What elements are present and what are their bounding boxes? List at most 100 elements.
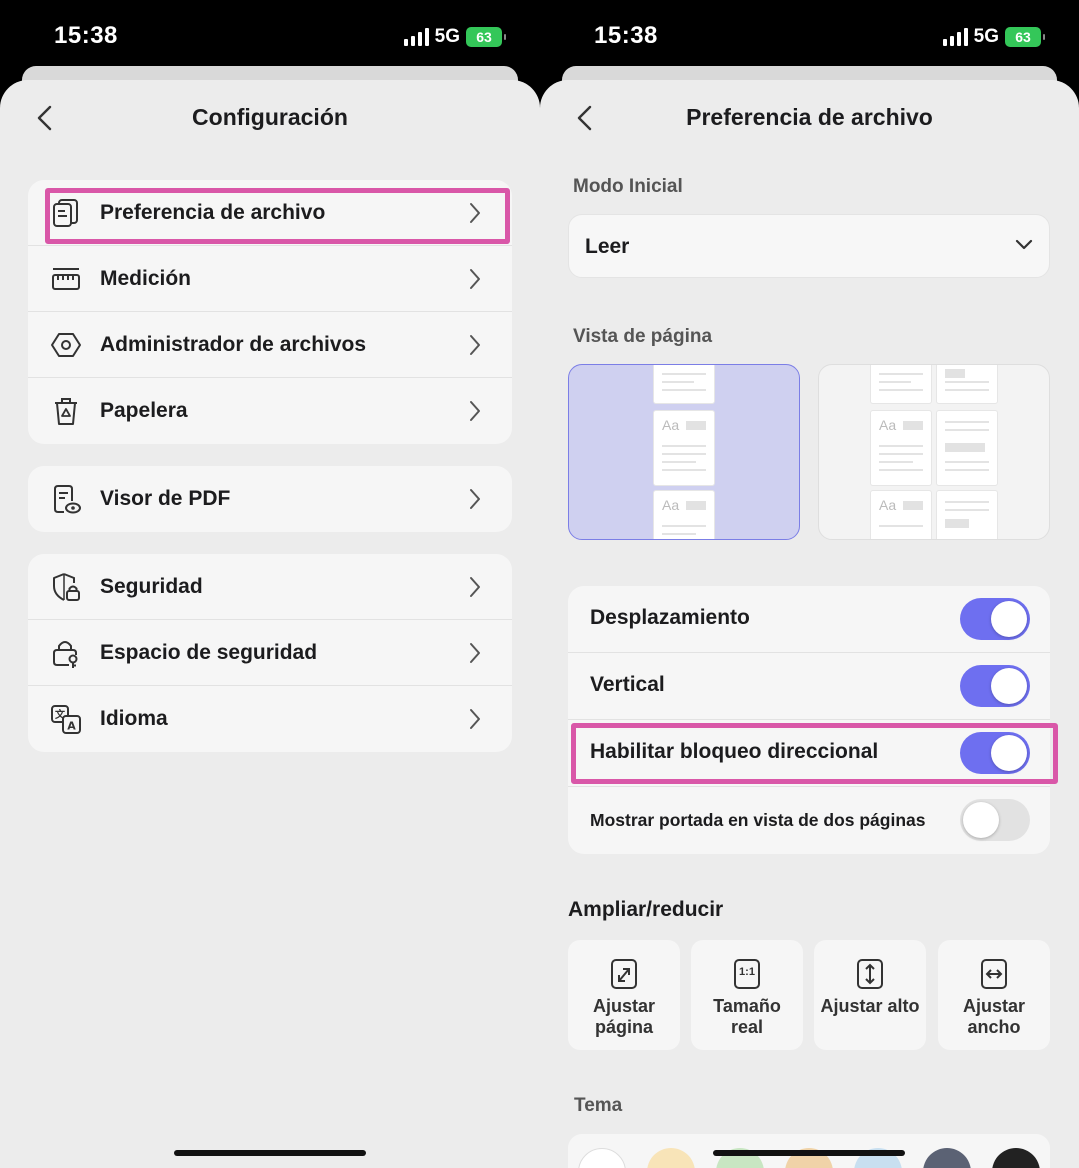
page-thumb: Aa: [871, 491, 931, 539]
zoom-fit-height-button[interactable]: Ajustar alto: [814, 940, 926, 1050]
settings-item-secure-space[interactable]: Espacio de seguridad: [28, 620, 512, 686]
page-view-single[interactable]: Aa Aa: [568, 364, 800, 540]
settings-item-label: Papelera: [100, 399, 188, 422]
scroll-toggle[interactable]: [960, 598, 1030, 640]
chevron-right-icon: [470, 577, 480, 597]
status-bar: 15:38 5G 63: [540, 0, 1079, 70]
settings-item-measurement[interactable]: Medición: [28, 246, 512, 312]
signal-icon: [403, 28, 429, 46]
toggle-row-cover-two-page: Mostrar portada en vista de dos páginas: [568, 787, 1050, 854]
settings-item-file-manager[interactable]: Administrador de archivos: [28, 312, 512, 378]
chevron-right-icon: [470, 203, 480, 223]
page-view-label: Vista de página: [573, 326, 713, 347]
settings-group-security: Seguridad Espacio de seguridad 文A Idioma: [28, 554, 512, 752]
hexagon-icon: [51, 333, 81, 357]
page-thumb: [937, 365, 997, 403]
zoom-fit-page-button[interactable]: Ajustar página: [568, 940, 680, 1050]
theme-swatch[interactable]: [992, 1148, 1040, 1168]
shield-lock-icon: [53, 573, 80, 601]
zoom-actual-size-button[interactable]: 1:1 Tamaño real: [691, 940, 803, 1050]
pdf-viewer-icon: [54, 485, 81, 514]
initial-mode-select[interactable]: Leer: [568, 214, 1050, 278]
settings-item-file-preference[interactable]: Preferencia de archivo: [28, 180, 512, 246]
settings-item-label: Visor de PDF: [100, 487, 231, 510]
status-time: 15:38: [594, 22, 658, 49]
chevron-right-icon: [470, 269, 480, 289]
status-bar: 15:38 5G 63: [0, 0, 540, 70]
settings-item-security[interactable]: Seguridad: [28, 554, 512, 620]
settings-sheet: Configuración Preferencia de archivo Med…: [0, 80, 540, 1168]
page-title: Preferencia de archivo: [686, 104, 933, 130]
fit-width-icon: [981, 959, 1007, 989]
left-screen: 15:38 5G 63 Configuración Preferencia de…: [0, 0, 540, 1168]
page-thumb: [937, 411, 997, 485]
zoom-fit-width-button[interactable]: Ajustar ancho: [938, 940, 1050, 1050]
fit-page-icon: [611, 959, 637, 989]
right-screen: 15:38 5G 63 Preferencia de archivo Modo …: [540, 0, 1079, 1168]
toggle-row-scroll: Desplazamiento: [568, 586, 1050, 653]
toggle-row-vertical: Vertical: [568, 653, 1050, 720]
ruler-icon: [52, 268, 80, 290]
fit-height-icon: [857, 959, 883, 989]
chevron-right-icon: [470, 709, 480, 729]
nav-bar: Configuración: [0, 80, 540, 156]
chevron-right-icon: [470, 401, 480, 421]
toggle-label: Habilitar bloqueo direccional: [590, 740, 879, 763]
settings-item-pdf-viewer[interactable]: Visor de PDF: [28, 466, 512, 532]
actual-size-badge: 1:1: [739, 966, 755, 978]
lock-key-icon: [53, 641, 78, 668]
settings-item-language[interactable]: 文A Idioma: [28, 686, 512, 752]
toggle-row-direction-lock: Habilitar bloqueo direccional: [568, 720, 1050, 787]
battery-level: 63: [1015, 29, 1031, 45]
chevron-right-icon: [470, 643, 480, 663]
direction-lock-toggle[interactable]: [960, 732, 1030, 774]
home-indicator: [174, 1150, 366, 1156]
chevron-right-icon: [470, 335, 480, 355]
network-type: 5G: [973, 26, 999, 47]
zoom-section-title: Ampliar/reducir: [568, 898, 724, 921]
toggle-label: Desplazamiento: [590, 606, 750, 629]
home-indicator: [713, 1150, 905, 1156]
theme-swatch[interactable]: [578, 1148, 626, 1168]
battery-icon: 63: [1005, 27, 1045, 47]
settings-item-trash[interactable]: Papelera: [28, 378, 512, 444]
status-time: 15:38: [54, 22, 118, 49]
nav-bar: Preferencia de archivo: [540, 80, 1079, 156]
initial-mode-label: Modo Inicial: [573, 176, 683, 197]
svg-text:A: A: [67, 720, 76, 733]
page-title: Configuración: [192, 104, 348, 130]
settings-group-files: Preferencia de archivo Medición Administ…: [28, 180, 512, 444]
initial-mode-value: Leer: [585, 235, 630, 258]
settings-item-label: Administrador de archivos: [100, 332, 367, 356]
reading-toggles-group: Desplazamiento Vertical Habilitar bloque…: [568, 586, 1050, 854]
page-thumb: Aa: [654, 411, 714, 485]
settings-item-label: Preferencia de archivo: [100, 200, 326, 224]
page-thumb: Aa: [871, 411, 931, 485]
theme-label: Tema: [574, 1095, 623, 1116]
page-thumb: [654, 365, 714, 403]
page-view-double[interactable]: Aa Aa: [818, 364, 1050, 540]
settings-item-label: Espacio de seguridad: [100, 640, 318, 664]
settings-item-label: Idioma: [100, 707, 168, 730]
language-icon: 文A: [51, 705, 81, 734]
page-thumb: [937, 491, 997, 539]
signal-icon: [942, 28, 968, 46]
vertical-toggle[interactable]: [960, 665, 1030, 707]
battery-icon: 63: [466, 27, 506, 47]
theme-swatch[interactable]: [923, 1148, 971, 1168]
toggle-label: Mostrar portada en vista de dos páginas: [590, 810, 926, 830]
trash-icon: [55, 398, 77, 425]
file-preference-icon: [53, 199, 78, 227]
toggle-label: Vertical: [590, 673, 665, 696]
file-preference-sheet: Preferencia de archivo Modo Inicial Leer…: [540, 80, 1079, 1168]
theme-swatch[interactable]: [647, 1148, 695, 1168]
cover-two-page-toggle[interactable]: [960, 799, 1030, 841]
chevron-down-icon: [1015, 239, 1033, 250]
page-thumb: Aa: [654, 491, 714, 539]
settings-item-label: Seguridad: [100, 574, 203, 598]
battery-level: 63: [476, 29, 492, 45]
settings-group-viewer: Visor de PDF: [28, 466, 512, 532]
settings-item-label: Medición: [100, 266, 192, 290]
chevron-right-icon: [470, 489, 480, 509]
network-type: 5G: [434, 26, 460, 47]
